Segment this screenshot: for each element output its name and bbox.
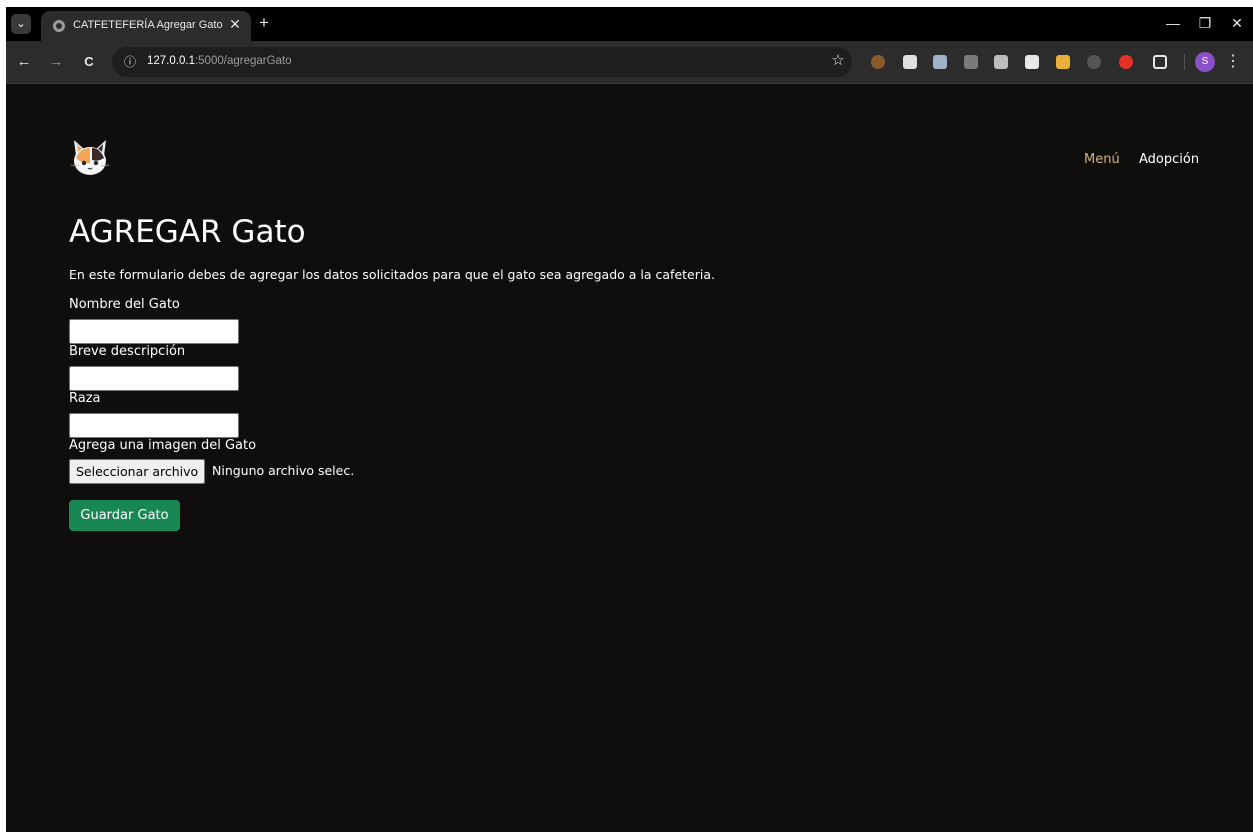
globe-icon — [53, 20, 65, 32]
url-host: 127.0.0.1 — [147, 55, 195, 67]
cat-logo-icon[interactable] — [68, 138, 112, 178]
extension-icon-8[interactable] — [1087, 55, 1101, 69]
restore-button[interactable]: ❐ — [1193, 13, 1217, 33]
browser-window: ⌄ CATFETEFERÍA Agregar Gato ✕ + — ❐ ✕ ← … — [6, 7, 1253, 832]
profile-avatar[interactable]: S — [1195, 52, 1215, 72]
file-status-text: Ninguno archivo selec. — [212, 463, 355, 478]
cat-name-input[interactable] — [69, 319, 239, 344]
extension-icon-5[interactable] — [994, 55, 1008, 69]
tab-close-button[interactable]: ✕ — [227, 16, 243, 32]
file-select-button[interactable]: Seleccionar archivo — [69, 459, 206, 484]
puzzle-icon[interactable] — [1153, 55, 1167, 69]
cat-breed-label: Raza — [69, 391, 101, 406]
reload-button[interactable]: C — [79, 52, 99, 72]
extension-icon-1[interactable] — [871, 55, 885, 69]
extension-icon-2[interactable] — [903, 55, 917, 69]
save-cat-button[interactable]: Guardar Gato — [69, 500, 180, 531]
cat-breed-input[interactable] — [69, 413, 239, 438]
minimize-button[interactable]: — — [1161, 13, 1185, 33]
page-title: AGREGAR Gato — [69, 214, 306, 250]
tab-strip: ⌄ CATFETEFERÍA Agregar Gato ✕ + — ❐ ✕ — [6, 7, 1253, 41]
extension-icon-7[interactable] — [1056, 55, 1070, 69]
back-button[interactable]: ← — [14, 52, 34, 72]
forward-button[interactable]: → — [46, 52, 66, 72]
browser-toolbar: ← → C ⓘ 127.0.0.1:5000/agregarGato ☆ S ⋮ — [6, 41, 1253, 84]
extension-icon-9[interactable] — [1119, 55, 1133, 69]
tab-search-button[interactable]: ⌄ — [11, 14, 31, 34]
url-path: :5000/agregarGato — [194, 55, 292, 67]
browser-menu-icon[interactable]: ⋮ — [1225, 52, 1241, 72]
site-info-icon[interactable]: ⓘ — [122, 54, 138, 70]
page-content: Menú Adopción AGREGAR Gato En este formu… — [6, 84, 1253, 832]
cat-name-label: Nombre del Gato — [69, 297, 180, 312]
extension-icon-4[interactable] — [964, 55, 978, 69]
close-window-button[interactable]: ✕ — [1225, 13, 1249, 33]
address-bar[interactable]: ⓘ 127.0.0.1:5000/agregarGato ☆ — [112, 47, 852, 77]
cat-description-label: Breve descripción — [69, 344, 186, 359]
bookmark-star-icon[interactable]: ☆ — [828, 51, 848, 71]
nav-link-menu[interactable]: Menú — [1084, 152, 1120, 167]
new-tab-button[interactable]: + — [254, 13, 274, 33]
extension-icon-3[interactable] — [933, 55, 947, 69]
cat-description-input[interactable] — [69, 366, 239, 391]
extension-icon-6[interactable] — [1025, 55, 1039, 69]
nav-link-adopcion[interactable]: Adopción — [1139, 152, 1199, 167]
toolbar-divider — [1184, 54, 1185, 70]
browser-tab-active[interactable]: CATFETEFERÍA Agregar Gato ✕ — [41, 11, 251, 41]
page-description: En este formulario debes de agregar los … — [69, 267, 715, 282]
tab-title: CATFETEFERÍA Agregar Gato — [73, 19, 223, 31]
url-text: 127.0.0.1:5000/agregarGato — [147, 55, 292, 67]
cat-image-label: Agrega una imagen del Gato — [69, 438, 257, 453]
